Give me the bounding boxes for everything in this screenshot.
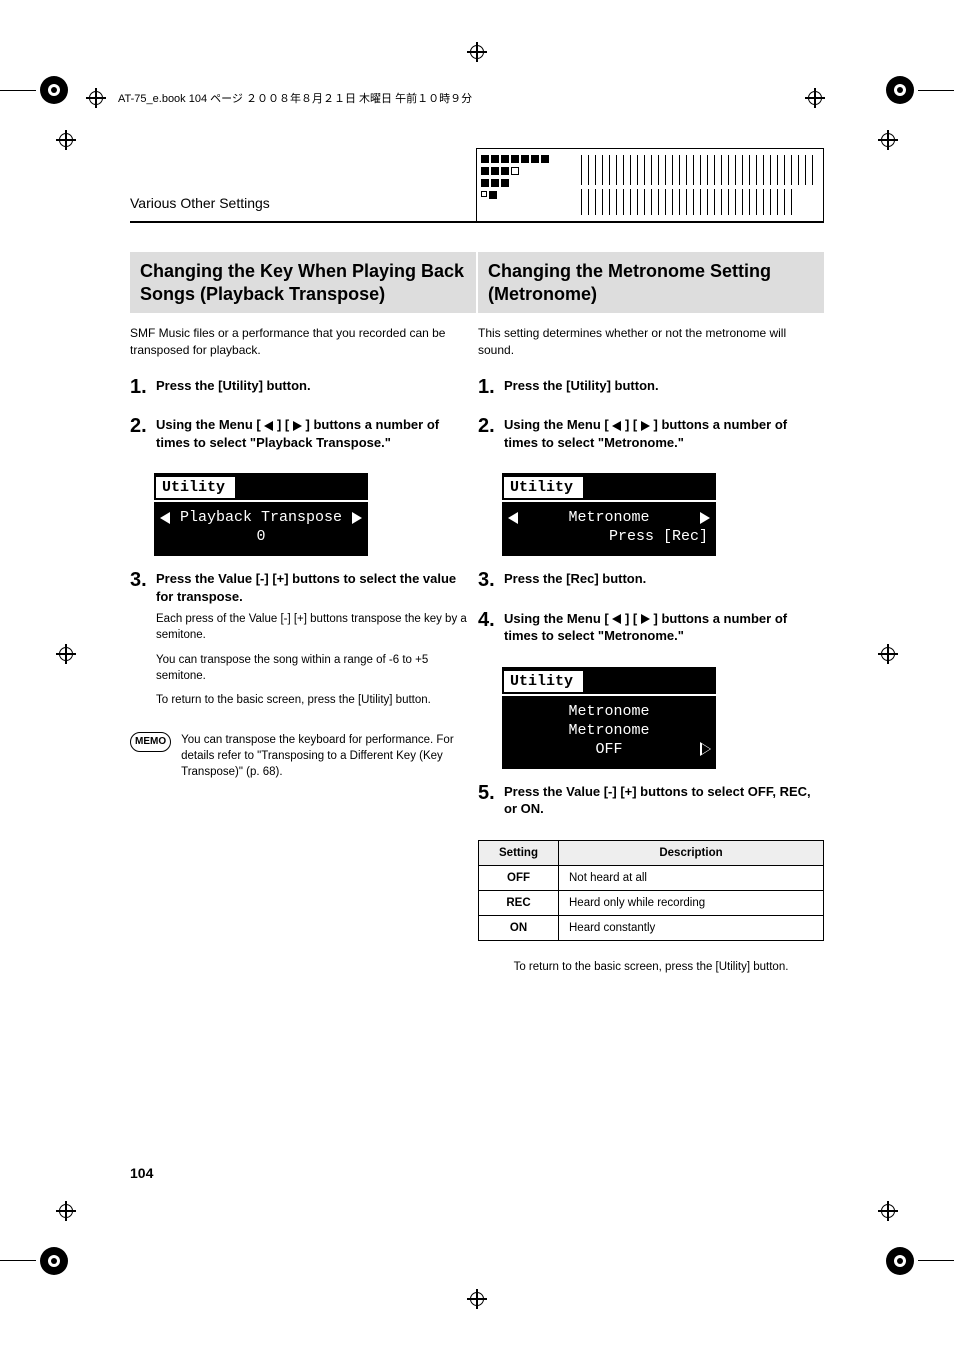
step-number: 1. (478, 377, 496, 401)
left-step-2: 2. Using the Menu [ ] [ ] buttons a numb… (130, 416, 476, 457)
page-number: 104 (130, 1165, 153, 1181)
right-step-3: 3. Press the [Rec] button. (478, 570, 824, 594)
step-number: 3. (130, 570, 148, 716)
left-arrow-icon (264, 421, 273, 431)
crosshair-left-bot (56, 1201, 76, 1221)
left-step-1: 1. Press the [Utility] button. (130, 377, 476, 401)
lcd-metronome-1: Utility Metronome Press [Rec] (502, 473, 716, 556)
header-text: AT-75_e.book 104 ページ ２００８年８月２１日 木曜日 午前１０… (118, 90, 472, 106)
step-head: Using the Menu [ ] [ ] buttons a number … (504, 610, 824, 645)
table-cell-value: Heard constantly (559, 915, 824, 940)
step-note: Each press of the Value [-] [+] buttons … (156, 611, 476, 643)
right-step-4: 4. Using the Menu [ ] [ ] buttons a numb… (478, 610, 824, 651)
right-column: Changing the Metronome Setting (Metronom… (478, 252, 824, 983)
lcd-line: Press [Rec] (502, 527, 716, 546)
lcd-left-arrow-icon (160, 512, 170, 524)
lcd-line: OFF (502, 740, 716, 759)
table-cell-key: REC (479, 890, 559, 915)
section-label: Various Other Settings (130, 195, 270, 211)
crosshair-right-mid (878, 644, 898, 664)
right-step-2: 2. Using the Menu [ ] [ ] buttons a numb… (478, 416, 824, 457)
lcd-line: Playback Transpose (154, 508, 368, 527)
right-step-5: 5. Press the Value [-] [+] buttons to se… (478, 783, 824, 824)
step-number: 2. (130, 416, 148, 457)
table-row: OFF Not heard at all (479, 865, 824, 890)
crosshair-left-mid (56, 644, 76, 664)
crosshair-top (467, 42, 487, 62)
crosshair-right-top (878, 130, 898, 150)
lcd-left-arrow-icon (508, 512, 518, 524)
crosshair-bottom (467, 1289, 487, 1309)
memo-block: MEMO You can transpose the keyboard for … (130, 732, 476, 780)
lcd-right-arrow-icon (700, 512, 710, 524)
lcd-playback-transpose: Utility Playback Transpose 0 (154, 473, 368, 556)
lcd-metronome-2: Utility Metronome Metronome OFF (502, 667, 716, 769)
printer-mark-tr (886, 76, 914, 104)
left-topic-title: Changing the Key When Playing Back Songs… (130, 252, 476, 313)
doc-header: AT-75_e.book 104 ページ ２００８年８月２１日 木曜日 午前１０… (86, 88, 886, 108)
table-cell-value: Heard only while recording (559, 890, 824, 915)
step-head: Press the Value [-] [+] buttons to selec… (504, 783, 824, 818)
left-arrow-icon (612, 421, 621, 431)
step-head: Using the Menu [ ] [ ] buttons a number … (504, 416, 824, 451)
step-number: 3. (478, 570, 496, 594)
table-cell-value: Not heard at all (559, 865, 824, 890)
crosshair-right-bot (878, 1201, 898, 1221)
table-cell-key: ON (479, 915, 559, 940)
step-note: You can transpose the song within a rang… (156, 652, 476, 684)
left-intro: SMF Music files or a performance that yo… (130, 325, 476, 359)
lcd-title: Utility (156, 477, 235, 498)
right-intro: This setting determines whether or not t… (478, 325, 824, 359)
lcd-title: Utility (504, 671, 583, 692)
step-head: Press the [Rec] button. (504, 570, 824, 588)
lcd-line: Metronome (502, 508, 716, 527)
memo-text: You can transpose the keyboard for perfo… (181, 732, 476, 780)
lcd-title: Utility (504, 477, 583, 498)
table-cell-key: OFF (479, 865, 559, 890)
left-arrow-icon (612, 614, 621, 624)
table-row: ON Heard constantly (479, 915, 824, 940)
lcd-right-arrow-outline-icon (700, 743, 710, 755)
right-arrow-icon (641, 421, 650, 431)
settings-table: Setting Description OFF Not heard at all… (478, 840, 824, 941)
step-head: Using the Menu [ ] [ ] buttons a number … (156, 416, 476, 451)
step-number: 4. (478, 610, 496, 651)
step-head: Press the [Utility] button. (156, 377, 476, 395)
printer-mark-bl (40, 1247, 68, 1275)
crosshair-left-top (56, 130, 76, 150)
right-arrow-icon (293, 421, 302, 431)
keyboard-illustration (476, 148, 824, 222)
step-head: Press the [Utility] button. (504, 377, 824, 395)
lcd-line: Metronome (502, 721, 716, 740)
hline-bot-r (918, 1260, 954, 1261)
lcd-line: Metronome (502, 702, 716, 721)
hline-top (0, 90, 36, 91)
right-topic-title: Changing the Metronome Setting (Metronom… (478, 252, 824, 313)
right-arrow-icon (641, 614, 650, 624)
step-number: 1. (130, 377, 148, 401)
hline-top-r (918, 90, 954, 91)
step-head: Press the Value [-] [+] buttons to selec… (156, 570, 476, 605)
return-note: To return to the basic screen, press the… (478, 959, 824, 975)
lcd-right-arrow-icon (352, 512, 362, 524)
step-number: 5. (478, 783, 496, 824)
table-header-description: Description (559, 840, 824, 865)
step-note: To return to the basic screen, press the… (156, 692, 476, 708)
left-column: Changing the Key When Playing Back Songs… (130, 252, 476, 780)
lcd-line: 0 (154, 527, 368, 546)
section-divider (130, 221, 824, 223)
memo-icon: MEMO (130, 732, 171, 752)
hline-bot (0, 1260, 36, 1261)
printer-mark-tl (40, 76, 68, 104)
printer-mark-br (886, 1247, 914, 1275)
left-step-3: 3. Press the Value [-] [+] buttons to se… (130, 570, 476, 716)
right-step-1: 1. Press the [Utility] button. (478, 377, 824, 401)
step-number: 2. (478, 416, 496, 457)
table-header-setting: Setting (479, 840, 559, 865)
table-row: REC Heard only while recording (479, 890, 824, 915)
